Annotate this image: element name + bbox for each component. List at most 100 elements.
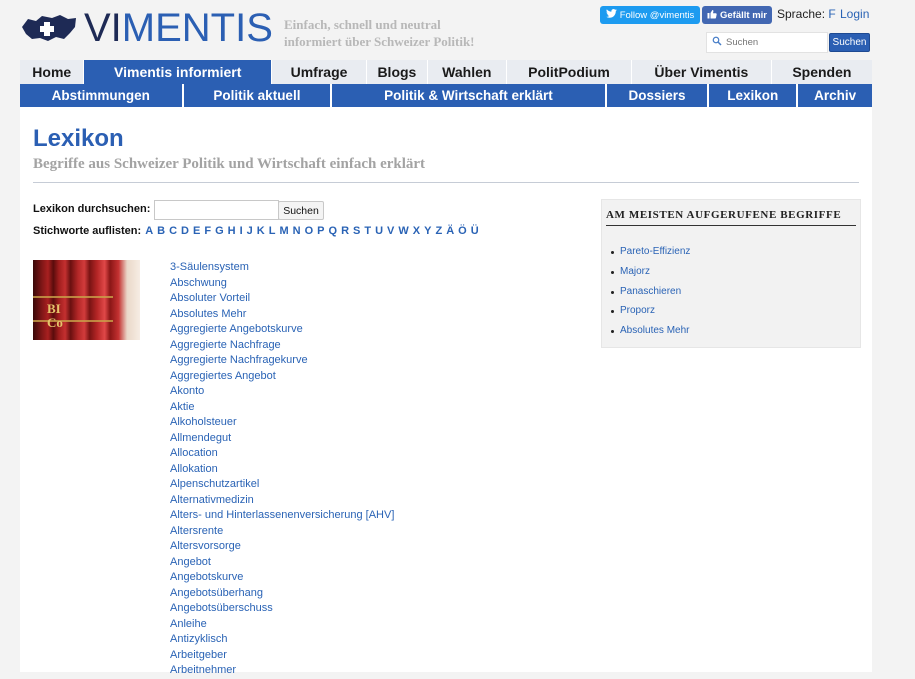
- letter-link[interactable]: Y: [424, 225, 431, 237]
- popular-term-item: Panaschieren: [611, 286, 690, 306]
- site-search-input[interactable]: [724, 36, 824, 49]
- letter-link[interactable]: E: [193, 225, 200, 237]
- lexicon-term-link[interactable]: Arbeitgeber: [170, 649, 227, 661]
- list-item: Aktie: [170, 400, 394, 416]
- letter-link[interactable]: S: [353, 225, 360, 237]
- letter-link[interactable]: Z: [435, 225, 442, 237]
- lexicon-term-link[interactable]: Angebotskurve: [170, 571, 243, 583]
- bullet-icon: [611, 251, 614, 254]
- letter-link[interactable]: B: [157, 225, 165, 237]
- lexicon-term-link[interactable]: Arbeitnehmer: [170, 664, 236, 676]
- letter-link[interactable]: V: [387, 225, 394, 237]
- letter-link[interactable]: U: [375, 225, 383, 237]
- facebook-like-button[interactable]: Gefällt mir: [702, 6, 772, 24]
- lexicon-term-link[interactable]: Allmendegut: [170, 432, 231, 444]
- letter-link[interactable]: Ö: [458, 225, 467, 237]
- login-link[interactable]: Login: [840, 7, 869, 21]
- list-item: Angebotskurve: [170, 570, 394, 586]
- lexicon-term-link[interactable]: Aggregierte Nachfrage: [170, 339, 281, 351]
- letter-link[interactable]: Ü: [471, 225, 479, 237]
- list-item: Angebotsüberschuss: [170, 601, 394, 617]
- lexicon-term-link[interactable]: Alkoholsteuer: [170, 416, 237, 428]
- letter-link[interactable]: P: [317, 225, 324, 237]
- letter-link[interactable]: M: [279, 225, 288, 237]
- lexicon-term-link[interactable]: Antizyklisch: [170, 633, 227, 645]
- letter-link[interactable]: W: [398, 225, 408, 237]
- books-image: BI Co: [33, 260, 140, 340]
- lexicon-term-link[interactable]: Altersrente: [170, 525, 223, 537]
- lexicon-term-link[interactable]: Allokation: [170, 463, 218, 475]
- letter-link[interactable]: H: [228, 225, 236, 237]
- letter-link[interactable]: D: [181, 225, 189, 237]
- popular-term-link[interactable]: Absolutes Mehr: [620, 325, 689, 336]
- nav-ueber-vimentis[interactable]: Über Vimentis: [632, 60, 772, 84]
- list-item: Altersvorsorge: [170, 539, 394, 555]
- lexicon-term-link[interactable]: Altersvorsorge: [170, 540, 241, 552]
- tagline-line2: informiert über Schweizer Politik!: [284, 34, 475, 49]
- lexicon-term-link[interactable]: Allocation: [170, 447, 218, 459]
- twitter-follow-label: Follow @vimentis: [619, 9, 695, 21]
- lexicon-term-link[interactable]: Alpenschutzartikel: [170, 478, 259, 490]
- list-item: Allokation: [170, 462, 394, 478]
- nav-vimentis-informiert[interactable]: Vimentis informiert: [84, 60, 272, 84]
- lexicon-term-link[interactable]: Aktie: [170, 401, 194, 413]
- vimentis-logo[interactable]: VIMENTIS: [20, 8, 273, 48]
- letter-link[interactable]: R: [341, 225, 349, 237]
- popular-term-link[interactable]: Panaschieren: [620, 286, 681, 297]
- nav-wahlen[interactable]: Wahlen: [428, 60, 507, 84]
- lexicon-term-link[interactable]: Absolutes Mehr: [170, 308, 246, 320]
- lexicon-term-link[interactable]: Angebotsüberschuss: [170, 602, 273, 614]
- letter-link[interactable]: I: [240, 225, 243, 237]
- subnav-archiv[interactable]: Archiv: [798, 84, 872, 107]
- lexicon-term-link[interactable]: Aggregierte Angebotskurve: [170, 323, 303, 335]
- lexicon-term-link[interactable]: Abschwung: [170, 277, 227, 289]
- letter-link[interactable]: N: [293, 225, 301, 237]
- lexicon-term-list: 3-Säulensystem Abschwung Absoluter Vorteil…: [170, 260, 394, 679]
- subnav-abstimmungen[interactable]: Abstimmungen: [20, 84, 184, 107]
- letter-link[interactable]: L: [269, 225, 276, 237]
- letter-link[interactable]: F: [204, 225, 211, 237]
- language-option-f[interactable]: F: [828, 7, 835, 21]
- letter-link[interactable]: A: [145, 225, 153, 237]
- lexicon-term-link[interactable]: Akonto: [170, 385, 204, 397]
- letter-link[interactable]: K: [257, 225, 265, 237]
- letter-link[interactable]: X: [413, 225, 420, 237]
- lexicon-term-link[interactable]: Alternativmedizin: [170, 494, 254, 506]
- nav-home[interactable]: Home: [20, 60, 85, 84]
- tagline: Einfach, schnell und neutral informiert …: [284, 16, 544, 50]
- letter-link[interactable]: O: [305, 225, 314, 237]
- nav-umfrage[interactable]: Umfrage: [272, 60, 368, 84]
- letter-link[interactable]: G: [215, 225, 224, 237]
- lexicon-term-link[interactable]: Absoluter Vorteil: [170, 292, 250, 304]
- letter-link[interactable]: C: [169, 225, 177, 237]
- lexicon-term-link[interactable]: Angebot: [170, 556, 211, 568]
- subnav-politik-aktuell[interactable]: Politik aktuell: [184, 84, 333, 107]
- letter-link[interactable]: Ä: [446, 225, 454, 237]
- nav-politpodium[interactable]: PolitPodium: [507, 60, 632, 84]
- lexicon-term-link[interactable]: Aggregierte Nachfragekurve: [170, 354, 308, 366]
- popular-term-link[interactable]: Proporz: [620, 305, 655, 316]
- site-search-button[interactable]: Suchen: [829, 33, 870, 52]
- lexicon-term-link[interactable]: Alters- und Hinterlassenenversicherung […: [170, 509, 394, 521]
- twitter-follow-button[interactable]: Follow @vimentis: [600, 6, 700, 24]
- swiss-cross-map-icon: [20, 13, 78, 43]
- lexicon-term-link[interactable]: Anleihe: [170, 618, 207, 630]
- letter-link[interactable]: T: [364, 225, 371, 237]
- lexicon-term-link[interactable]: 3-Säulensystem: [170, 261, 249, 273]
- subnav-lexikon[interactable]: Lexikon: [709, 84, 799, 107]
- popular-term-link[interactable]: Majorz: [620, 266, 650, 277]
- tagline-line1: Einfach, schnell und neutral: [284, 17, 441, 32]
- lexicon-term-link[interactable]: Aggregiertes Angebot: [170, 370, 276, 382]
- letter-link[interactable]: J: [247, 225, 253, 237]
- popular-term-link[interactable]: Pareto-Effizienz: [620, 246, 690, 257]
- lexicon-search-button[interactable]: Suchen: [278, 201, 324, 220]
- letter-links: ABCDEFGHIJKLMNOPQRSTUVWXYZÄÖÜ: [145, 225, 478, 237]
- lexicon-term-link[interactable]: Angebotsüberhang: [170, 587, 263, 599]
- nav-spenden[interactable]: Spenden: [772, 60, 872, 84]
- nav-blogs[interactable]: Blogs: [367, 60, 428, 84]
- letter-link[interactable]: Q: [329, 225, 338, 237]
- subnav-dossiers[interactable]: Dossiers: [607, 84, 710, 107]
- subnav-politik-wirtschaft-erklaert[interactable]: Politik & Wirtschaft erklärt: [332, 84, 607, 107]
- list-item: Aggregierte Angebotskurve: [170, 322, 394, 338]
- lexicon-search-input[interactable]: [154, 200, 279, 220]
